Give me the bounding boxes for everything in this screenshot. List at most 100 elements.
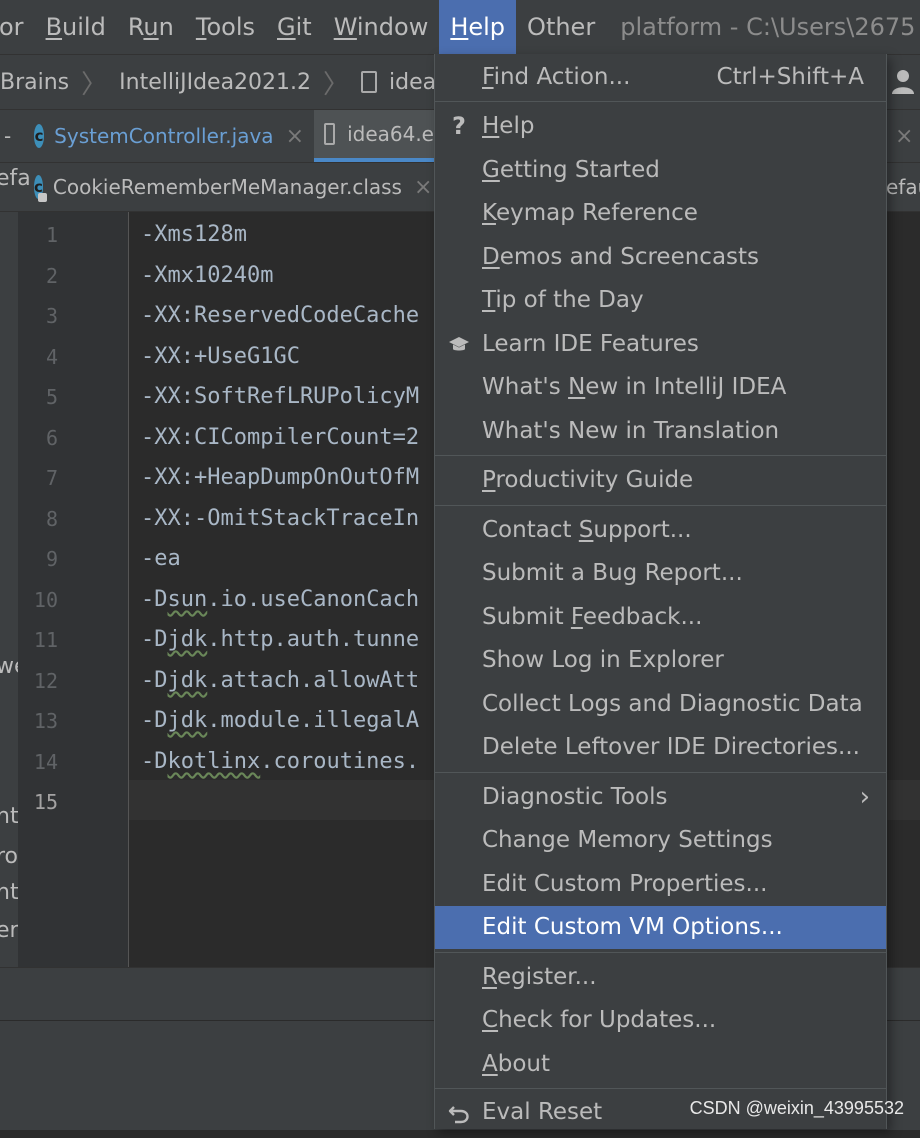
dash-icon: -	[4, 124, 12, 148]
menu-window-post: indow	[356, 13, 429, 41]
line-number: 11	[33, 628, 58, 652]
code-text-part: .coroutines.	[260, 749, 420, 774]
project-fragment: efa	[0, 166, 31, 191]
menu-editor[interactable]: or	[0, 0, 35, 54]
menu-item-find-action[interactable]: Find Action... Ctrl+Shift+A	[435, 56, 886, 99]
tab-cookie-remember-me[interactable]: c CookieRememberMeManager.class ×	[24, 163, 434, 211]
close-icon[interactable]: ×	[286, 124, 304, 149]
menu-item-contact-support[interactable]: Contact Support...	[435, 509, 886, 552]
menu-item-productivity-guide[interactable]: Productivity Guide	[435, 459, 886, 502]
menu-item-getting-started[interactable]: Getting Started	[435, 149, 886, 192]
menu-run-pre: R	[127, 13, 144, 41]
code-text-part: -XX:CICompilerCount=2	[141, 425, 420, 450]
label-part: eymap Reference	[495, 200, 698, 226]
tab-idea64-vmoptions[interactable]: idea64.e	[314, 110, 444, 162]
label-part: ew in IntelliJ IDEA	[585, 374, 787, 400]
question-icon: ?	[452, 112, 466, 140]
label-part: etting Started	[499, 157, 660, 183]
line-number: 3	[45, 304, 58, 328]
menu-item-label: What's New in Translation	[482, 418, 780, 444]
menu-item-register[interactable]: Register...	[435, 956, 886, 999]
menu-run[interactable]: Run	[117, 0, 185, 54]
code-text-part: -D	[141, 587, 168, 612]
code-text-part: -XX:ReservedCodeCache	[141, 303, 420, 328]
menu-item-whats-new[interactable]: What's New in IntelliJ IDEA	[435, 366, 886, 409]
menu-separator	[435, 1088, 886, 1089]
menu-window[interactable]: Window	[323, 0, 440, 54]
menu-item-help[interactable]: ? Help	[435, 105, 886, 148]
menu-item-change-memory[interactable]: Change Memory Settings	[435, 819, 886, 862]
menu-build[interactable]: Build	[35, 0, 117, 54]
label-part: Submit	[482, 604, 571, 630]
menu-item-check-for-updates[interactable]: Check for Updates...	[435, 999, 886, 1042]
menu-run-mnemonic: u	[143, 13, 159, 41]
code-text-part: -D	[141, 749, 168, 774]
menu-git[interactable]: Git	[266, 0, 323, 54]
menu-item-label: Submit a Bug Report...	[482, 560, 743, 586]
menu-item-delete-leftover-dirs[interactable]: Delete Leftover IDE Directories...	[435, 726, 886, 769]
tab-right-close[interactable]: ×	[885, 110, 920, 162]
tab-label: SystemController.java	[54, 124, 274, 148]
menu-separator	[435, 505, 886, 506]
menu-item-label: About	[482, 1043, 550, 1086]
menu-item-collect-logs[interactable]: Collect Logs and Diagnostic Data	[435, 683, 886, 726]
menu-build-post: uild	[62, 13, 106, 41]
menu-item-tip-of-the-day[interactable]: Tip of the Day	[435, 279, 886, 322]
tab-default-partial[interactable]: efau	[885, 163, 920, 211]
menu-item-submit-bug-report[interactable]: Submit a Bug Report...	[435, 552, 886, 595]
menu-item-submit-feedback[interactable]: Submit Feedback...	[435, 596, 886, 639]
menu-item-diagnostic-tools[interactable]: Diagnostic Tools ›	[435, 776, 886, 819]
code-text-warning: jdk	[167, 708, 208, 733]
menu-item-label: Register...	[482, 956, 597, 999]
menu-item-whats-new-translation[interactable]: What's New in Translation	[435, 410, 886, 453]
tab-label: CookieRememberMeManager.class	[52, 175, 402, 199]
menu-item-show-log[interactable]: Show Log in Explorer	[435, 639, 886, 682]
menu-window-mnemonic: W	[333, 13, 357, 41]
menu-item-label: Change Memory Settings	[482, 827, 773, 853]
label-mnemonic: K	[482, 200, 496, 226]
code-text-part: -D	[141, 708, 168, 733]
tabs-scroll-indicator[interactable]: -	[0, 110, 14, 162]
line-number: 15	[33, 790, 58, 814]
code-text: -XX:ReservedCodeCache	[141, 296, 419, 336]
breadcrumb-item-intellijidea[interactable]: IntelliJIdea2021.2	[119, 70, 311, 95]
menu-item-keymap-reference[interactable]: Keymap Reference	[435, 192, 886, 235]
menu-item-edit-custom-properties[interactable]: Edit Custom Properties...	[435, 863, 886, 906]
menu-item-label: Collect Logs and Diagnostic Data	[482, 691, 863, 717]
menu-help-post: elp	[468, 13, 506, 41]
code-text-part: -D	[141, 627, 168, 652]
menu-tools[interactable]: Tools	[185, 0, 266, 54]
code-text-warning: kotlinx	[167, 749, 261, 774]
menu-item-label: Learn IDE Features	[482, 331, 699, 357]
label-mnemonic: C	[482, 1007, 499, 1033]
line-number: 2	[45, 264, 58, 288]
menu-item-edit-custom-vm-options[interactable]: Edit Custom VM Options...	[435, 906, 886, 949]
breadcrumb-item-brains[interactable]: Brains	[0, 70, 69, 95]
menu-separator	[435, 455, 886, 456]
user-icon[interactable]	[890, 67, 916, 95]
menu-help[interactable]: Help	[439, 0, 517, 54]
menu-item-label: Check for Updates...	[482, 999, 716, 1042]
menu-item-label: Show Log in Explorer	[482, 647, 724, 673]
tab-system-controller[interactable]: c SystemController.java ×	[24, 110, 314, 162]
label-mnemonic: T	[482, 287, 496, 313]
close-icon[interactable]: ×	[895, 124, 913, 149]
menu-tools-mnemonic: T	[195, 13, 207, 41]
menu-git-mnemonic: G	[277, 13, 296, 41]
label-mnemonic: F	[570, 604, 583, 630]
label-part: ind Action...	[493, 64, 631, 90]
code-text-part: -XX:+HeapDumpOnOutOfM	[141, 465, 420, 490]
menu-item-learn-ide-features[interactable]: Learn IDE Features	[435, 323, 886, 366]
menu-separator	[435, 772, 886, 773]
line-number: 1	[45, 223, 58, 247]
class-icon: c	[34, 175, 47, 202]
menu-item-label: Keymap Reference	[482, 192, 698, 235]
menu-item-demos-screencasts[interactable]: Demos and Screencasts	[435, 236, 886, 279]
menu-other[interactable]: Other	[516, 0, 606, 54]
menu-item-about[interactable]: About	[435, 1043, 886, 1086]
code-text: -Xms128m	[141, 215, 247, 255]
line-number: 9	[45, 547, 58, 571]
code-text-part: .attach.allowAtt	[207, 668, 420, 693]
project-fragment: nt	[0, 880, 19, 905]
close-icon[interactable]: ×	[414, 175, 432, 200]
